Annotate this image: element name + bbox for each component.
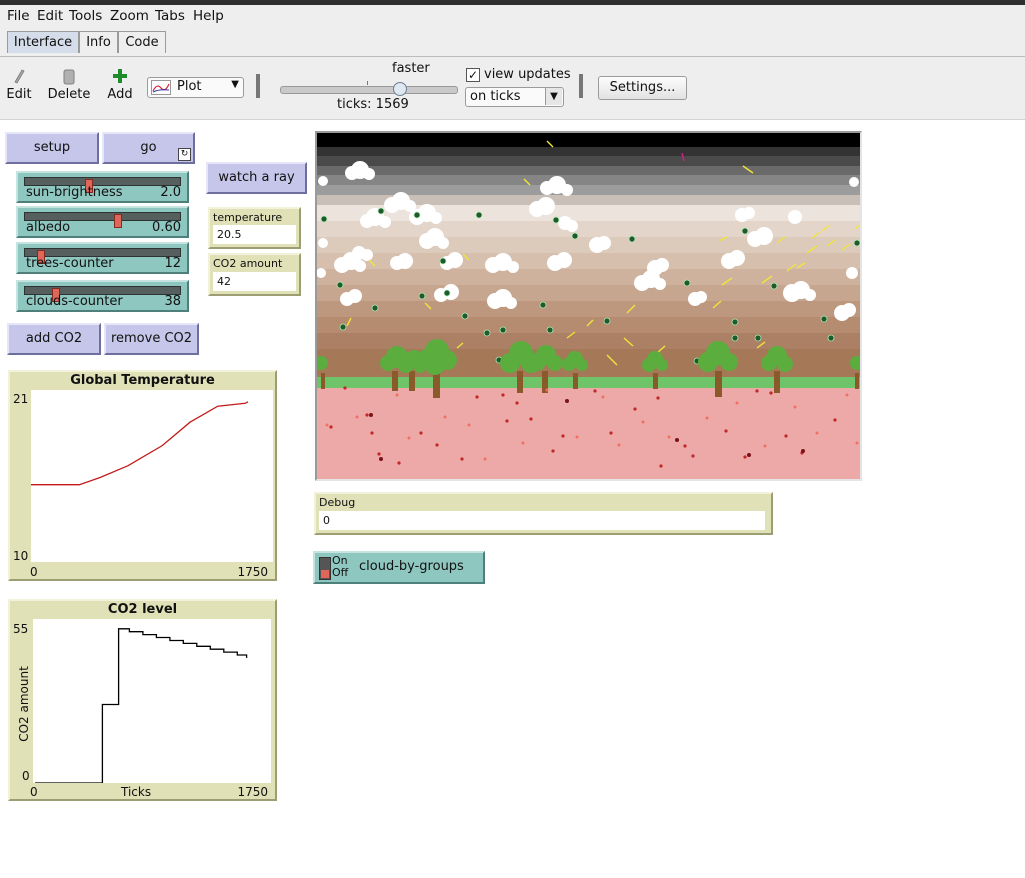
trees-counter-slider[interactable]: trees-counter 12 — [16, 242, 189, 274]
plot-title: CO2 level — [107, 602, 178, 617]
menu-zoom[interactable]: Zoom — [110, 8, 149, 24]
go-button[interactable]: go ↻ — [102, 132, 195, 164]
switch-off-label: Off — [332, 566, 349, 579]
monitor-value: 20.5 — [213, 225, 296, 244]
view-updates-label: view updates — [484, 67, 571, 82]
plot-icon — [151, 80, 171, 95]
monitor-value: 0 — [319, 511, 765, 530]
slider-value: 38 — [164, 294, 181, 309]
x-max-label: 1750 — [237, 785, 268, 799]
monitor-label: temperature — [213, 211, 283, 224]
trash-icon — [63, 69, 75, 85]
x-max-label: 1750 — [237, 565, 268, 579]
world-view-canvas — [314, 133, 864, 479]
slider-label: trees-counter — [26, 256, 114, 271]
update-mode-label: on ticks — [470, 89, 521, 104]
y-min-label: 0 — [22, 769, 30, 783]
temperature-chart — [31, 401, 249, 486]
widget-type-select[interactable]: Plot ▼ — [147, 77, 244, 98]
toolbar: Edit Delete Add Plot ▼ faster ticks: 156… — [0, 57, 1025, 120]
series-line — [31, 401, 249, 486]
update-mode-select[interactable]: on ticks ▼ — [465, 87, 564, 107]
plot-canvas — [31, 390, 273, 562]
menu-tabs[interactable]: Tabs — [155, 8, 185, 24]
chevron-down-icon: ▼ — [545, 88, 562, 105]
delete-tool[interactable]: Delete — [46, 67, 92, 102]
view-updates-checkbox[interactable]: ✓ — [466, 68, 480, 82]
chevron-down-icon: ▼ — [231, 79, 239, 90]
x-min-label: 0 — [30, 785, 38, 799]
co2-plot: CO2 level 55 0 0 Ticks 1750 CO2 amount — [8, 599, 277, 801]
speed-label: faster — [392, 61, 430, 76]
tab-info[interactable]: Info — [79, 31, 118, 53]
speed-center-tick — [367, 81, 368, 85]
plot-title: Global Temperature — [70, 373, 215, 388]
series-line — [35, 628, 248, 784]
edit-tool[interactable]: Edit — [4, 67, 34, 102]
slider-label: clouds-counter — [26, 294, 123, 309]
plus-icon — [113, 69, 127, 83]
speed-slider[interactable] — [280, 82, 458, 96]
tab-interface[interactable]: Interface — [7, 31, 79, 53]
world-view[interactable] — [314, 131, 864, 481]
x-axis-label: Ticks — [121, 785, 152, 799]
clouds-counter-slider[interactable]: clouds-counter 38 — [16, 280, 189, 312]
slider-thumb[interactable] — [114, 214, 122, 228]
tab-bar: Interface Info Code — [0, 27, 1025, 57]
temperature-monitor: temperature 20.5 — [208, 207, 301, 249]
y-max-label: 21 — [13, 392, 29, 406]
edit-label: Edit — [6, 87, 32, 102]
switch-toggle[interactable] — [319, 557, 331, 580]
ticks-counter: ticks: 1569 — [337, 97, 409, 112]
plot-canvas — [33, 619, 271, 784]
pencil-icon — [14, 69, 25, 84]
settings-button[interactable]: Settings... — [598, 76, 687, 100]
delete-label: Delete — [47, 87, 91, 102]
debug-monitor: Debug 0 — [314, 492, 773, 535]
co2-chart — [35, 628, 248, 784]
slider-value: 2.0 — [160, 185, 181, 200]
add-tool[interactable]: Add — [104, 67, 136, 102]
temperature-plot: Global Temperature 21 10 0 1750 — [8, 370, 277, 581]
menu-help[interactable]: Help — [193, 8, 224, 24]
slider-value: 0.60 — [152, 220, 181, 235]
menu-edit[interactable]: Edit — [37, 8, 63, 24]
monitor-value: 42 — [213, 272, 296, 291]
setup-button[interactable]: setup — [5, 132, 99, 164]
slider-value: 12 — [164, 256, 181, 271]
monitor-label: Debug — [319, 496, 356, 509]
cloud-by-groups-switch[interactable]: On Off cloud-by-groups — [313, 551, 485, 584]
monitor-label: CO2 amount — [213, 257, 283, 270]
switch-label: cloud-by-groups — [359, 559, 464, 574]
slider-label: albedo — [26, 220, 71, 235]
slider-label: sun-brightness — [26, 185, 123, 200]
tab-code[interactable]: Code — [118, 31, 166, 53]
switch-thumb — [321, 570, 329, 578]
menu-file[interactable]: File — [7, 8, 30, 24]
add-co2-button[interactable]: add CO2 — [7, 323, 101, 355]
toolbar-separator — [579, 74, 583, 98]
co2-amount-monitor: CO2 amount 42 — [208, 253, 301, 296]
widget-type-label: Plot — [177, 79, 202, 94]
toolbar-separator — [256, 74, 260, 98]
sun-brightness-slider[interactable]: sun-brightness 2.0 — [16, 171, 189, 203]
y-max-label: 55 — [13, 622, 29, 636]
remove-co2-button[interactable]: remove CO2 — [104, 323, 199, 355]
forever-icon: ↻ — [178, 148, 191, 161]
add-label: Add — [107, 87, 133, 102]
menu-tools[interactable]: Tools — [69, 8, 102, 24]
watch-ray-button[interactable]: watch a ray — [206, 162, 307, 194]
go-label: go — [140, 140, 157, 155]
albedo-slider[interactable]: albedo 0.60 — [16, 206, 189, 238]
y-axis-label: CO2 amount — [17, 666, 31, 742]
speed-slider-thumb[interactable] — [393, 82, 407, 96]
y-min-label: 10 — [13, 549, 29, 563]
menu-bar: File Edit Tools Zoom Tabs Help — [0, 5, 1025, 27]
x-min-label: 0 — [30, 565, 38, 579]
